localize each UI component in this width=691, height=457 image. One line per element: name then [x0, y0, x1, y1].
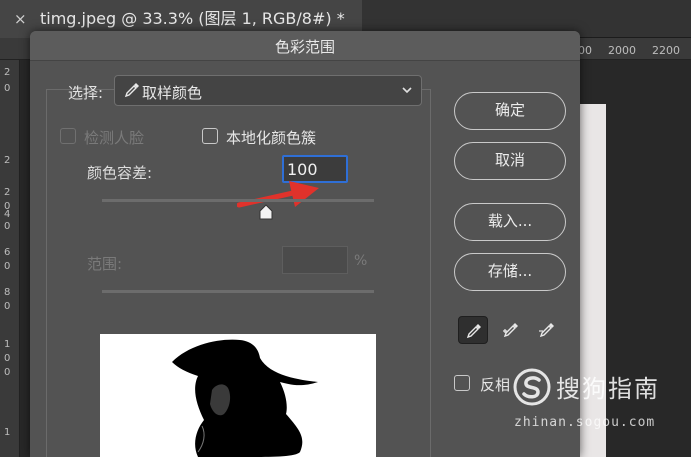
ruler-label: 00	[578, 44, 592, 57]
localized-clusters-label[interactable]: 本地化颜色簇	[226, 127, 316, 148]
ruler-label: 1	[4, 427, 11, 438]
load-button[interactable]: 载入...	[454, 203, 566, 241]
ok-button[interactable]: 确定	[454, 92, 566, 130]
detect-faces-label: 检测人脸	[84, 129, 145, 147]
color-range-dialog: 色彩范围 选择: 取样颜色 检测人脸 本地化颜色簇 颜色容差: 100 范围: …	[30, 31, 580, 457]
select-label: 选择:	[68, 84, 104, 102]
save-button[interactable]: 存储...	[454, 253, 566, 291]
localized-clusters-checkbox[interactable]	[202, 128, 218, 144]
ruler-label: 2	[4, 155, 11, 166]
watermark-brand: 搜狗指南	[556, 375, 660, 403]
ruler-label: 1	[4, 339, 11, 350]
fuzziness-input[interactable]: 100	[282, 155, 348, 183]
dialog-title: 色彩范围	[274, 38, 335, 56]
watermark-url: zhinan.sogou.com	[514, 415, 656, 430]
range-slider-track	[102, 290, 374, 293]
ruler-label: 2200	[652, 44, 680, 57]
eyedropper-plus-icon	[503, 323, 518, 338]
detect-faces-checkbox	[60, 128, 76, 144]
ruler-label: 0	[4, 353, 11, 364]
fuzziness-label: 颜色容差:	[87, 164, 153, 182]
range-unit: %	[354, 253, 368, 269]
chevron-down-icon	[402, 87, 412, 94]
add-to-sample-button[interactable]	[496, 316, 526, 344]
ruler-label: 0	[4, 367, 11, 378]
range-input	[282, 246, 348, 274]
fuzziness-value: 100	[287, 160, 318, 179]
eyedropper-minus-icon	[539, 323, 554, 338]
ruler-label: 6	[4, 247, 11, 258]
close-tab-icon[interactable]: ×	[14, 9, 27, 29]
ruler-label: 2000	[608, 44, 636, 57]
ruler-label: 2	[4, 67, 11, 78]
subtract-from-sample-button[interactable]	[532, 316, 562, 344]
fuzziness-slider-track[interactable]	[102, 199, 374, 202]
ruler-label: 0	[4, 83, 11, 94]
range-label: 范围:	[87, 255, 123, 273]
document-tab-title[interactable]: timg.jpeg @ 33.3% (图层 1, RGB/8#) *	[40, 9, 345, 29]
ruler-label: 0	[4, 261, 11, 272]
invert-label[interactable]: 反相	[480, 374, 510, 395]
cancel-button[interactable]: 取消	[454, 142, 566, 180]
eyedropper-tool-button[interactable]	[458, 316, 488, 344]
dialog-titlebar[interactable]: 色彩范围	[30, 31, 580, 61]
fuzziness-slider-thumb[interactable]	[259, 204, 273, 220]
select-value: 取样颜色	[142, 84, 203, 102]
ruler-label: 8	[4, 287, 11, 298]
ruler-label: 0	[4, 301, 11, 312]
sogou-logo-icon	[513, 368, 551, 406]
vertical-ruler: 2 0 2 2 0 4 0 6 0 8 0 1 0 0 1	[0, 60, 20, 457]
preview-silhouette	[172, 339, 318, 457]
sogou-watermark: 搜狗指南 zhinan.sogou.com	[512, 367, 688, 437]
invert-checkbox[interactable]	[454, 375, 470, 391]
ruler-label: 4	[4, 209, 11, 220]
ruler-label: 2	[4, 187, 11, 198]
ruler-label: 0	[4, 221, 11, 232]
selection-preview[interactable]	[100, 334, 376, 457]
select-dropdown[interactable]: 取样颜色	[114, 75, 422, 106]
eyedropper-icon	[124, 83, 139, 98]
eyedropper-icon	[466, 324, 481, 339]
